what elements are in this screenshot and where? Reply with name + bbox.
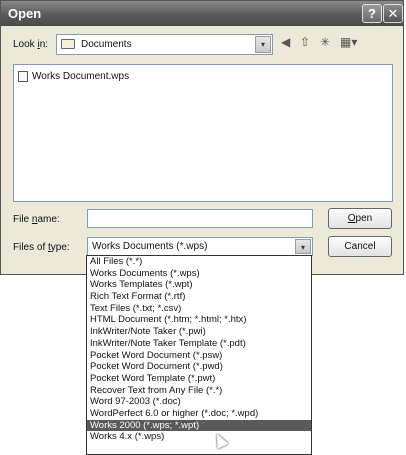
look-in-value: Documents xyxy=(81,39,132,50)
look-in-label: Look in: xyxy=(13,39,49,50)
file-type-option[interactable]: Recover Text from Any File (*.*) xyxy=(87,385,311,397)
new-folder-icon[interactable]: ✳ xyxy=(320,35,330,49)
file-type-label: Files of type: xyxy=(13,242,70,253)
open-dialog: Open ? ✕ Look in: Documents ▾ ◀ ⇧ ✳ ▦▾ W… xyxy=(0,0,404,275)
window-title: Open xyxy=(8,6,42,21)
file-type-option[interactable]: Pocket Word Document (*.psw) xyxy=(87,350,311,362)
file-name: Works Document.wps xyxy=(32,71,130,82)
file-type-option[interactable]: All Files (*.*) xyxy=(87,256,311,268)
up-folder-icon[interactable]: ⇧ xyxy=(300,35,310,49)
file-type-dropdown[interactable]: Works Documents (*.wps) ▾ xyxy=(87,237,313,256)
file-type-option[interactable]: Works 2000 (*.wps; *.wpt) xyxy=(87,419,311,432)
file-type-option[interactable]: InkWriter/Note Taker Template (*.pdt) xyxy=(87,338,311,350)
file-name-label: File name: xyxy=(13,214,60,225)
chevron-down-icon[interactable]: ▾ xyxy=(295,239,311,254)
file-list[interactable]: Works Document.wps xyxy=(13,64,393,202)
file-type-value: Works Documents (*.wps) xyxy=(92,241,208,252)
file-type-options-list[interactable]: All Files (*.*) Works Documents (*.wps) Wo… xyxy=(86,255,312,455)
file-type-option[interactable]: Rich Text Format (*.rtf) xyxy=(87,291,311,303)
folder-icon xyxy=(61,39,75,49)
file-type-option[interactable]: Word 97-2003 (*.doc) xyxy=(87,396,311,408)
help-button[interactable]: ? xyxy=(362,4,382,23)
file-type-option[interactable]: WordPerfect 6.0 or higher (*.doc; *.wpd) xyxy=(87,408,311,420)
file-type-option[interactable]: Pocket Word Document (*.pwd) xyxy=(87,361,311,373)
back-icon[interactable]: ◀ xyxy=(281,35,290,49)
look-in-dropdown[interactable]: Documents ▾ xyxy=(56,34,273,55)
document-icon xyxy=(18,71,28,82)
file-type-option[interactable]: Works Documents (*.wps) xyxy=(87,268,311,280)
file-type-option[interactable]: Works 4.x (*.wps) xyxy=(87,431,311,443)
close-button[interactable]: ✕ xyxy=(383,4,403,23)
title-bar[interactable]: Open ? ✕ xyxy=(1,1,403,26)
file-type-option[interactable]: HTML Document (*.htm; *.html; *.htx) xyxy=(87,314,311,326)
file-type-option[interactable]: Works Templates (*.wpt) xyxy=(87,279,311,291)
chevron-down-icon[interactable]: ▾ xyxy=(255,36,271,53)
file-type-option[interactable]: InkWriter/Note Taker (*.pwi) xyxy=(87,326,311,338)
file-type-option[interactable]: Text Files (*.txt; *.csv) xyxy=(87,303,311,315)
open-button[interactable]: Open xyxy=(328,208,392,229)
views-menu-icon[interactable]: ▦▾ xyxy=(340,35,357,49)
file-name-input[interactable] xyxy=(87,209,313,228)
file-type-option[interactable]: Pocket Word Template (*.pwt) xyxy=(87,373,311,385)
cancel-button[interactable]: Cancel xyxy=(328,236,392,257)
